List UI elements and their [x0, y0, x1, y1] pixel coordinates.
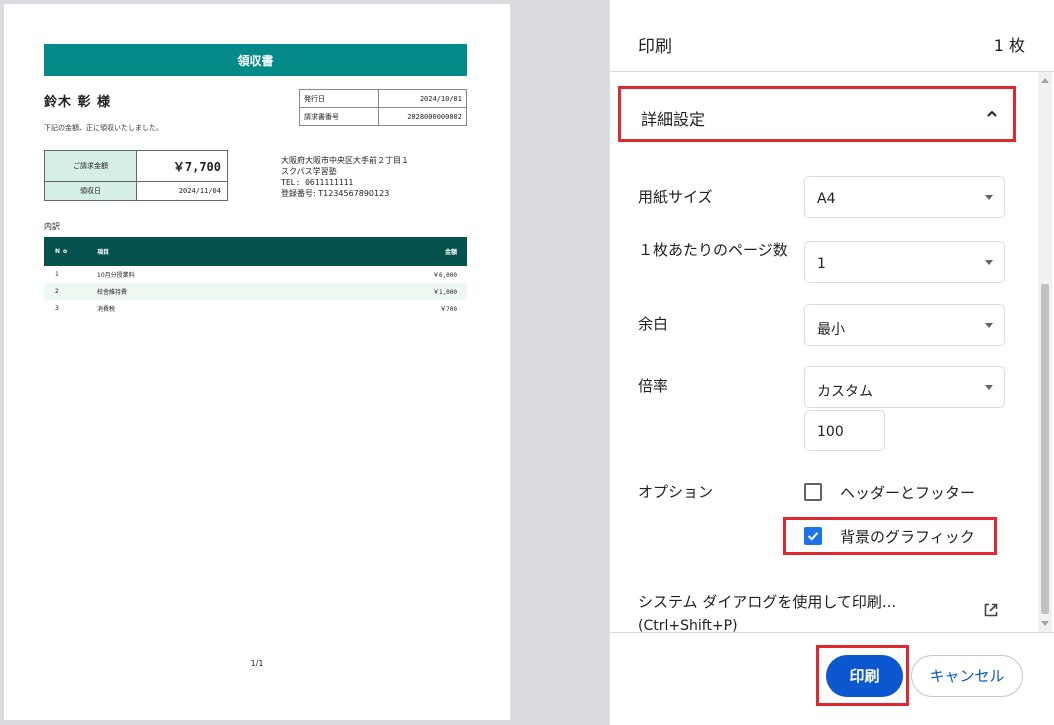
- scroll-down-arrow-icon[interactable]: [1041, 621, 1049, 626]
- settings-scrollbar[interactable]: [1038, 72, 1052, 632]
- open-in-new-icon[interactable]: [983, 602, 999, 618]
- pages-per-sheet-select[interactable]: 1: [804, 241, 1005, 283]
- print-button[interactable]: 印刷: [826, 655, 903, 697]
- background-graphics-label: 背景のグラフィック: [840, 528, 975, 546]
- paper-size-label: 用紙サイズ: [638, 188, 713, 206]
- system-dialog-text: システム ダイアログを使用して印刷...: [638, 593, 897, 611]
- panel-title: 印刷: [638, 37, 672, 57]
- background-graphics-checkbox[interactable]: [804, 527, 822, 545]
- row-item: 消費税: [97, 306, 116, 313]
- col-header-amount: 金額: [293, 237, 467, 266]
- customer-name: 鈴木 彰 様: [44, 95, 112, 110]
- receipt-title: 領収書: [237, 53, 274, 68]
- margins-select[interactable]: 最小: [804, 304, 1005, 346]
- col-header-no: No: [44, 237, 96, 266]
- table-row: 2 校舎維持費 ￥1,000: [44, 283, 467, 300]
- advanced-settings-label: 詳細設定: [641, 110, 706, 129]
- row-amount: ￥700: [440, 306, 457, 313]
- issue-date-label: 発行日: [299, 89, 379, 108]
- dropdown-arrow-icon: [985, 385, 993, 390]
- amount-label: ご請求金額: [44, 150, 137, 182]
- row-amount: ￥6,000: [432, 272, 457, 279]
- issuer-name: スクパス学習塾: [281, 167, 337, 176]
- headers-footers-checkbox[interactable]: [804, 483, 822, 501]
- issuer-address: 大阪府大阪市中央区大手前２丁目１ スクパス学習塾 TEL: 0611111111…: [281, 155, 409, 199]
- custom-scale-input[interactable]: 100: [804, 410, 885, 451]
- registration-number: 登録番号: T1234567890123: [281, 189, 390, 198]
- amount-value: ￥7,700: [136, 150, 228, 182]
- options-label: オプション: [638, 483, 714, 501]
- preview-page: 領収書 鈴木 彰 様 下記の金額、正に領収いたしました。 発行日 2024/10…: [4, 4, 510, 720]
- panel-footer: 印刷 キャンセル: [610, 632, 1054, 725]
- invoice-number-label: 請求書番号: [299, 107, 379, 126]
- scale-value: カスタム: [817, 384, 873, 400]
- chevron-up-icon: [987, 110, 997, 117]
- settings-scroll-area: 詳細設定 用紙サイズ A4 １枚あたりのページ数 1 余白 最小 倍率 カスタム…: [610, 72, 1038, 632]
- system-dialog-link[interactable]: システム ダイアログを使用して印刷... (Ctrl+Shift+P): [638, 590, 896, 632]
- table-row: 1 10月分授業料 ￥6,000: [44, 266, 467, 283]
- amount-table: ご請求金額 ￥7,700 領収日 2024/11/04: [44, 150, 228, 201]
- headers-footers-label: ヘッダーとフッター: [840, 484, 976, 502]
- pages-per-sheet-label: １枚あたりのページ数: [638, 241, 788, 259]
- paper-size-select[interactable]: A4: [804, 176, 1005, 218]
- receipt-note: 下記の金額、正に領収いたしました。: [44, 124, 163, 132]
- paper-size-value: A4: [817, 191, 836, 207]
- row-amount: ￥1,000: [293, 283, 467, 300]
- print-settings-panel: 印刷 1 枚 詳細設定 用紙サイズ A4 １枚あたりのページ数 1 余白 最小 …: [610, 0, 1054, 725]
- advanced-settings-toggle[interactable]: 詳細設定: [618, 86, 1016, 142]
- margins-value: 最小: [817, 322, 845, 338]
- sheet-count: 1 枚: [993, 36, 1025, 55]
- pages-per-sheet-value: 1: [817, 256, 826, 272]
- receipt-date-row: 領収日 2024/11/04: [44, 181, 228, 201]
- dropdown-arrow-icon: [985, 260, 993, 265]
- meta-row: 発行日 2024/10/01: [299, 89, 467, 108]
- table-header-row: No 項目 金額: [44, 237, 467, 266]
- amount-row: ご請求金額 ￥7,700: [44, 150, 228, 182]
- address-line: 大阪府大阪市中央区大手前２丁目１: [281, 156, 409, 165]
- row-no: 2: [44, 283, 96, 300]
- row-item: 校舎維持費: [96, 283, 294, 300]
- page-number: 1/1: [250, 659, 264, 668]
- scroll-up-arrow-icon[interactable]: [1041, 78, 1049, 83]
- scrollbar-thumb[interactable]: [1041, 284, 1049, 614]
- system-dialog-shortcut: (Ctrl+Shift+P): [638, 618, 738, 632]
- breakdown-title: 内訳: [44, 222, 60, 231]
- table-row: 3 消費税 ￥700: [44, 300, 467, 317]
- cancel-button[interactable]: キャンセル: [911, 655, 1023, 697]
- receipt-date-value: 2024/11/04: [136, 181, 228, 201]
- meta-row: 請求書番号 2028000000002: [299, 107, 467, 126]
- row-no: 1: [55, 271, 59, 278]
- invoice-number-value: 2028000000002: [378, 107, 467, 126]
- issuer-tel: TEL: 0611111111: [281, 178, 354, 187]
- dropdown-arrow-icon: [985, 323, 993, 328]
- scale-label: 倍率: [638, 377, 669, 395]
- row-item: 10月分授業料: [97, 272, 135, 279]
- panel-header: 印刷 1 枚: [610, 0, 1054, 72]
- receipt-date-label: 領収日: [44, 181, 137, 201]
- meta-table: 発行日 2024/10/01 請求書番号 2028000000002: [299, 89, 467, 126]
- issue-date-value: 2024/10/01: [378, 89, 467, 108]
- dropdown-arrow-icon: [985, 195, 993, 200]
- checkmark-icon: [807, 532, 819, 541]
- receipt-title-bar: 領収書: [44, 44, 467, 76]
- col-header-item: 項目: [96, 237, 294, 266]
- row-no: 3: [55, 305, 59, 312]
- breakdown-table: No 項目 金額 1 10月分授業料 ￥6,000 2 校舎維持費 ￥1,000…: [44, 237, 467, 317]
- scale-select[interactable]: カスタム: [804, 366, 1005, 408]
- print-preview-area: 領収書 鈴木 彰 様 下記の金額、正に領収いたしました。 発行日 2024/10…: [0, 0, 610, 725]
- margins-label: 余白: [638, 315, 669, 333]
